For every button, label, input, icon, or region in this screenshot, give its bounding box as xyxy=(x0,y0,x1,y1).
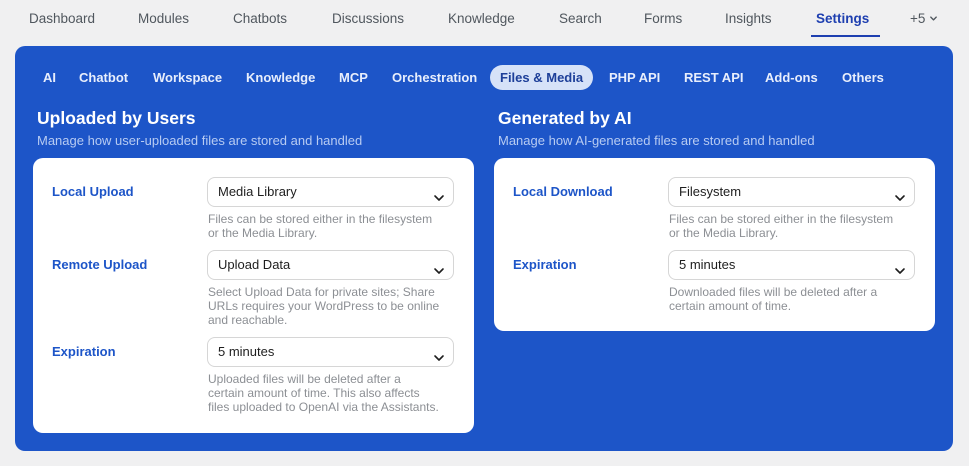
local-upload-label: Local Upload xyxy=(52,184,134,199)
chevron-down-icon xyxy=(433,346,445,361)
subtab-others[interactable]: Others xyxy=(842,65,884,90)
nav-more-label: +5 xyxy=(910,11,926,26)
help-line: URLs requires your WordPress to be onlin… xyxy=(208,299,440,313)
upload-expiration-select[interactable]: 5 minutes xyxy=(207,337,454,367)
help-line: or the Media Library. xyxy=(208,226,318,240)
generated-section-title: Generated by AI xyxy=(498,108,632,128)
help-line: Select Upload Data for private sites; Sh… xyxy=(208,285,435,299)
uploaded-section-title: Uploaded by Users xyxy=(37,108,196,128)
local-download-value: Filesystem xyxy=(679,184,742,199)
upload-expiration-label: Expiration xyxy=(52,344,116,359)
active-tab-underline xyxy=(811,35,880,37)
chevron-down-icon xyxy=(894,259,906,274)
nav-insights[interactable]: Insights xyxy=(725,11,772,26)
remote-upload-select[interactable]: Upload Data xyxy=(207,250,454,280)
upload-expiration-help: Uploaded files will be deleted after a c… xyxy=(208,372,463,414)
download-expiration-help: Downloaded files will be deleted after a… xyxy=(669,285,924,313)
subtab-add-ons[interactable]: Add-ons xyxy=(765,65,818,90)
local-download-label: Local Download xyxy=(513,184,613,199)
local-download-help: Files can be stored either in the filesy… xyxy=(669,212,924,240)
help-line: Uploaded files will be deleted after a xyxy=(208,372,401,386)
download-expiration-select[interactable]: 5 minutes xyxy=(668,250,915,280)
generated-card: Local Download Filesystem Files can be s… xyxy=(494,158,935,331)
subtab-ai[interactable]: AI xyxy=(43,65,56,90)
help-line: or the Media Library. xyxy=(669,226,779,240)
subtab-mcp[interactable]: MCP xyxy=(339,65,368,90)
download-expiration-value: 5 minutes xyxy=(679,257,736,272)
help-line: and reachable. xyxy=(208,313,288,327)
download-expiration-label: Expiration xyxy=(513,257,577,272)
nav-discussions[interactable]: Discussions xyxy=(332,11,404,26)
remote-upload-label: Remote Upload xyxy=(52,257,148,272)
chevron-down-icon xyxy=(433,186,445,201)
help-line: Downloaded files will be deleted after a xyxy=(669,285,878,299)
nav-chatbots[interactable]: Chatbots xyxy=(233,11,287,26)
subtab-orchestration[interactable]: Orchestration xyxy=(392,65,477,90)
remote-upload-value: Upload Data xyxy=(218,257,291,272)
help-line: Files can be stored either in the filesy… xyxy=(669,212,894,226)
subtab-rest-api[interactable]: REST API xyxy=(684,65,743,90)
nav-more-button[interactable]: +5 xyxy=(910,11,938,26)
subtab-php-api[interactable]: PHP API xyxy=(609,65,660,90)
subtab-workspace[interactable]: Workspace xyxy=(153,65,222,90)
subtab-files-media[interactable]: Files & Media xyxy=(490,65,594,90)
local-upload-value: Media Library xyxy=(218,184,297,199)
help-line: certain amount of time. This also affect… xyxy=(208,386,420,400)
uploaded-card: Local Upload Media Library Files can be … xyxy=(33,158,474,433)
help-line: Files can be stored either in the filesy… xyxy=(208,212,433,226)
nav-modules[interactable]: Modules xyxy=(138,11,189,26)
upload-expiration-value: 5 minutes xyxy=(218,344,275,359)
top-navigation: Dashboard Modules Chatbots Discussions K… xyxy=(0,0,969,40)
local-download-select[interactable]: Filesystem xyxy=(668,177,915,207)
nav-search[interactable]: Search xyxy=(559,11,602,26)
uploaded-section-subtitle: Manage how user-uploaded files are store… xyxy=(37,133,363,148)
chevron-down-icon xyxy=(433,259,445,274)
nav-forms[interactable]: Forms xyxy=(644,11,682,26)
chevron-down-icon xyxy=(894,186,906,201)
subtab-chatbot[interactable]: Chatbot xyxy=(79,65,128,90)
generated-section-subtitle: Manage how AI-generated files are stored… xyxy=(498,133,815,148)
help-line: files uploaded to OpenAI via the Assista… xyxy=(208,400,439,414)
nav-knowledge[interactable]: Knowledge xyxy=(448,11,515,26)
settings-panel: AI Chatbot Workspace Knowledge MCP Orche… xyxy=(15,46,953,451)
nav-dashboard[interactable]: Dashboard xyxy=(29,11,95,26)
chevron-down-icon xyxy=(929,11,938,26)
help-line: certain amount of time. xyxy=(669,299,792,313)
nav-settings[interactable]: Settings xyxy=(816,11,869,26)
local-upload-help: Files can be stored either in the filesy… xyxy=(208,212,463,240)
remote-upload-help: Select Upload Data for private sites; Sh… xyxy=(208,285,463,327)
subtab-knowledge[interactable]: Knowledge xyxy=(246,65,315,90)
local-upload-select[interactable]: Media Library xyxy=(207,177,454,207)
settings-subtabs: AI Chatbot Workspace Knowledge MCP Orche… xyxy=(15,46,953,106)
